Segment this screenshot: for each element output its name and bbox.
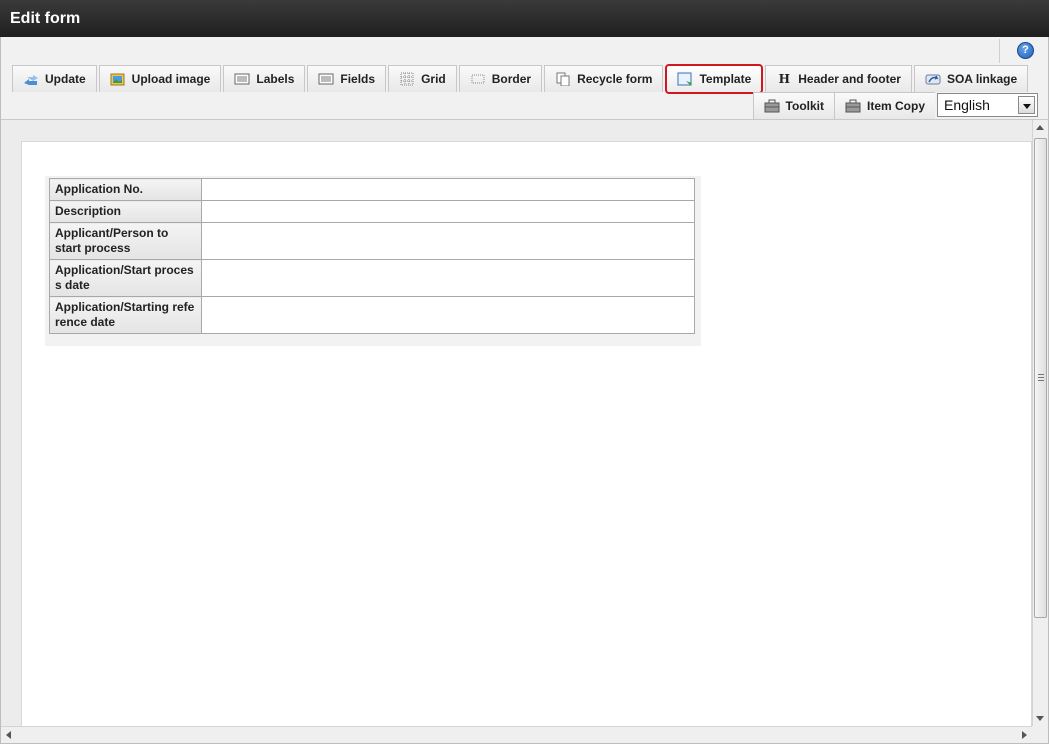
toolkit-button[interactable]: Toolkit bbox=[752, 92, 834, 119]
toolbar-row-1: Update Upload image Labels Fields Grid B… bbox=[12, 64, 1030, 94]
horizontal-scrollbar[interactable] bbox=[1, 726, 1032, 743]
fields-button[interactable]: Fields bbox=[307, 65, 387, 92]
recycle-form-button[interactable]: Recycle form bbox=[544, 65, 664, 92]
toolbar-row-2: Toolkit Item Copy English bbox=[752, 92, 1038, 119]
soa-linkage-icon bbox=[925, 72, 941, 86]
form-table: Application No. Description Applicant/Pe… bbox=[49, 178, 695, 334]
help-separator bbox=[999, 39, 1000, 63]
field-value[interactable] bbox=[201, 178, 695, 201]
table-row: Application/Starting refe rence date bbox=[49, 296, 695, 334]
field-value[interactable] bbox=[201, 296, 695, 334]
form-canvas: Application No. Description Applicant/Pe… bbox=[21, 141, 1032, 731]
labels-button[interactable]: Labels bbox=[223, 65, 306, 92]
grid-button[interactable]: Grid bbox=[388, 65, 457, 92]
field-label[interactable]: Applicant/Person to start process bbox=[49, 222, 202, 260]
field-label[interactable]: Application/Starting refe rence date bbox=[49, 296, 202, 334]
fields-label: Fields bbox=[340, 72, 376, 86]
labels-icon bbox=[234, 72, 250, 86]
template-icon bbox=[677, 72, 693, 86]
soa-linkage-button[interactable]: SOA linkage bbox=[913, 65, 1029, 92]
chevron-down-icon[interactable] bbox=[1018, 96, 1035, 114]
fields-icon bbox=[318, 72, 334, 86]
header-footer-button[interactable]: H Header and footer bbox=[765, 65, 912, 92]
recycle-form-icon bbox=[555, 72, 571, 87]
field-label[interactable]: Application/Start proces s date bbox=[49, 259, 202, 297]
template-label: Template bbox=[699, 72, 752, 86]
table-row: Application/Start proces s date bbox=[49, 259, 695, 297]
toolkit-icon bbox=[764, 99, 780, 113]
field-label[interactable]: Application No. bbox=[49, 178, 202, 201]
toolkit-label: Toolkit bbox=[785, 99, 824, 113]
window-title: Edit form bbox=[0, 0, 1049, 37]
grid-icon bbox=[399, 72, 415, 86]
language-selected: English bbox=[944, 97, 990, 113]
template-button[interactable]: Template bbox=[665, 64, 764, 94]
soa-linkage-label: SOA linkage bbox=[946, 72, 1018, 86]
vertical-scrollbar[interactable] bbox=[1032, 120, 1048, 726]
scroll-left-icon[interactable] bbox=[6, 731, 11, 739]
help-icon[interactable]: ? bbox=[1017, 42, 1034, 59]
item-copy-icon bbox=[845, 99, 861, 113]
labels-label: Labels bbox=[256, 72, 295, 86]
scroll-right-icon[interactable] bbox=[1022, 731, 1027, 739]
update-label: Update bbox=[45, 72, 86, 86]
table-row: Applicant/Person to start process bbox=[49, 222, 695, 260]
header-footer-label: Header and footer bbox=[798, 72, 901, 86]
upload-image-icon bbox=[110, 72, 126, 86]
scroll-up-icon[interactable] bbox=[1036, 125, 1044, 130]
table-row: Application No. bbox=[49, 178, 695, 201]
field-value[interactable] bbox=[201, 200, 695, 223]
upload-image-button[interactable]: Upload image bbox=[98, 65, 222, 92]
field-label[interactable]: Description bbox=[49, 200, 202, 223]
header-footer-icon: H bbox=[778, 72, 790, 86]
border-icon bbox=[470, 72, 486, 86]
form-container: Application No. Description Applicant/Pe… bbox=[45, 176, 701, 346]
scroll-down-icon[interactable] bbox=[1036, 716, 1044, 721]
table-row: Description bbox=[49, 200, 695, 223]
update-icon bbox=[23, 72, 39, 86]
scroll-thumb[interactable] bbox=[1034, 138, 1047, 618]
border-button[interactable]: Border bbox=[458, 65, 543, 92]
toolbar-area: ? Update Upload image Labels Fields Grid… bbox=[0, 37, 1049, 119]
grid-label: Grid bbox=[421, 72, 446, 86]
field-value[interactable] bbox=[201, 259, 695, 297]
item-copy-button[interactable]: Item Copy bbox=[833, 92, 935, 119]
workspace: Application No. Description Applicant/Pe… bbox=[0, 119, 1049, 744]
field-value[interactable] bbox=[201, 222, 695, 260]
grip-icon bbox=[1038, 374, 1044, 381]
update-button[interactable]: Update bbox=[12, 65, 97, 92]
scrollbar-corner bbox=[1032, 726, 1048, 743]
item-copy-label: Item Copy bbox=[866, 99, 925, 113]
recycle-form-label: Recycle form bbox=[577, 72, 653, 86]
border-label: Border bbox=[491, 72, 532, 86]
language-select[interactable]: English bbox=[937, 93, 1038, 117]
upload-image-label: Upload image bbox=[131, 72, 211, 86]
